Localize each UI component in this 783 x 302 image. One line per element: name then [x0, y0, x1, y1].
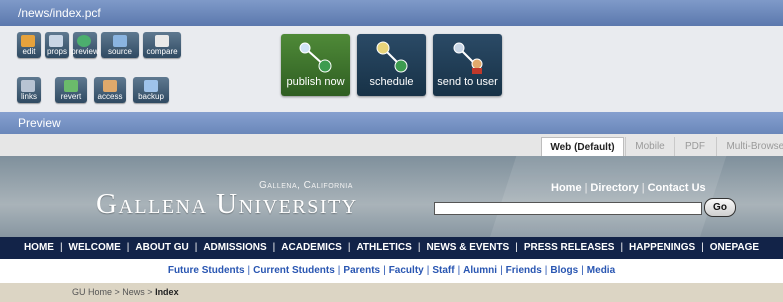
- audience-nav-item[interactable]: Future Students: [168, 265, 245, 276]
- audience-nav-item[interactable]: Blogs: [550, 265, 578, 276]
- site-header: Gallena, California Gallena University H…: [0, 156, 783, 237]
- main-nav-item[interactable]: ABOUT GU: [135, 242, 188, 253]
- audience-nav-item[interactable]: Faculty: [389, 265, 424, 276]
- breadcrumb-current: Index: [155, 287, 179, 297]
- nav-separator: |: [426, 265, 430, 276]
- home-link[interactable]: Home: [551, 182, 582, 194]
- audience-nav-item[interactable]: Media: [587, 265, 615, 276]
- toolbar: edit props preview source compare links …: [0, 26, 783, 112]
- backup-button[interactable]: backup: [133, 77, 169, 103]
- nav-separator: |: [457, 265, 461, 276]
- edit-button[interactable]: edit: [17, 32, 41, 58]
- nav-separator: |: [515, 242, 518, 253]
- props-button[interactable]: props: [45, 32, 69, 58]
- main-nav-item[interactable]: HOME: [24, 242, 54, 253]
- window-title-bar: /news/index.pcf: [0, 0, 783, 26]
- people-icon: [103, 80, 117, 92]
- send-user-icon: [453, 42, 483, 74]
- site-logo-text[interactable]: Gallena University: [96, 188, 358, 221]
- revert-arrow-icon: [64, 80, 78, 92]
- utility-links: Home | Directory | Contact Us: [551, 182, 706, 194]
- tab-multi-browser[interactable]: Multi-Browser: [716, 137, 783, 156]
- nav-separator: |: [417, 242, 421, 253]
- clock-globe-icon: [376, 41, 408, 73]
- nav-separator: |: [500, 265, 503, 276]
- nav-separator: |: [59, 242, 63, 253]
- main-nav-item[interactable]: ACADEMICS: [281, 242, 342, 253]
- nav-separator: |: [383, 265, 386, 276]
- nav-separator: |: [194, 242, 198, 253]
- publish-globe-icon: [299, 42, 332, 73]
- send-to-user-button[interactable]: send to user: [433, 34, 502, 96]
- main-nav-item[interactable]: HAPPENINGS: [629, 242, 695, 253]
- code-page-icon: [113, 35, 127, 47]
- audience-nav-item[interactable]: Friends: [506, 265, 542, 276]
- tab-mobile[interactable]: Mobile: [625, 137, 674, 156]
- publish-now-button[interactable]: publish now: [281, 34, 350, 96]
- nav-separator: |: [247, 265, 251, 276]
- preview-section-bar: Preview: [0, 112, 783, 134]
- compare-button[interactable]: compare: [143, 32, 181, 58]
- audience-nav-item[interactable]: Staff: [432, 265, 454, 276]
- preview-button[interactable]: preview: [71, 32, 99, 58]
- pencil-icon: [21, 35, 35, 47]
- main-nav-item[interactable]: PRESS RELEASES: [524, 242, 615, 253]
- audience-navigation: Future Students | Current Students | Parents…: [0, 259, 783, 283]
- search-go-button[interactable]: Go: [704, 198, 736, 217]
- audience-nav-item[interactable]: Current Students: [253, 265, 335, 276]
- chain-icon: [21, 80, 35, 92]
- tab-pdf[interactable]: PDF: [674, 137, 715, 156]
- breadcrumb: GU Home > News > Index: [0, 283, 783, 302]
- breadcrumb-news[interactable]: News: [122, 287, 145, 297]
- breadcrumb-gu-home[interactable]: GU Home: [72, 287, 112, 297]
- audience-nav-item[interactable]: Alumni: [463, 265, 497, 276]
- campus-building-image: [488, 156, 728, 237]
- compare-pages-icon: [155, 35, 169, 47]
- globe-icon: [77, 35, 91, 47]
- main-nav-item[interactable]: NEWS & EVENTS: [426, 242, 509, 253]
- preview-tabs: Web (Default) Mobile PDF Multi-Browser: [0, 134, 783, 157]
- main-nav-item[interactable]: ATHLETICS: [356, 242, 411, 253]
- directory-link[interactable]: Directory: [590, 182, 638, 194]
- main-nav-item[interactable]: ONEPAGE: [710, 242, 759, 253]
- contact-us-link[interactable]: Contact Us: [648, 182, 706, 194]
- access-button[interactable]: access: [94, 77, 126, 103]
- main-navigation: HOME | WELCOME | ABOUT GU | ADMISSIONS | ACADEMI…: [0, 237, 783, 259]
- nav-separator: |: [581, 265, 584, 276]
- links-button[interactable]: links: [17, 77, 41, 103]
- nav-separator: |: [701, 242, 704, 253]
- schedule-button[interactable]: schedule: [357, 34, 426, 96]
- nav-separator: |: [272, 242, 276, 253]
- site-search-input[interactable]: [434, 202, 702, 215]
- nav-separator: |: [544, 265, 548, 276]
- main-nav-item[interactable]: WELCOME: [69, 242, 121, 253]
- nav-separator: |: [126, 242, 130, 253]
- main-nav-item[interactable]: ADMISSIONS: [203, 242, 266, 253]
- audience-nav-item[interactable]: Parents: [343, 265, 380, 276]
- source-button[interactable]: source: [101, 32, 139, 58]
- file-path: /news/index.pcf: [18, 6, 101, 20]
- preview-label: Preview: [18, 116, 61, 130]
- magnifier-icon: [49, 35, 63, 47]
- nav-separator: |: [337, 265, 341, 276]
- nav-separator: |: [620, 242, 624, 253]
- nav-separator: |: [347, 242, 351, 253]
- revert-button[interactable]: revert: [55, 77, 87, 103]
- page-stack-icon: [144, 80, 158, 92]
- tab-web-default[interactable]: Web (Default): [541, 137, 624, 157]
